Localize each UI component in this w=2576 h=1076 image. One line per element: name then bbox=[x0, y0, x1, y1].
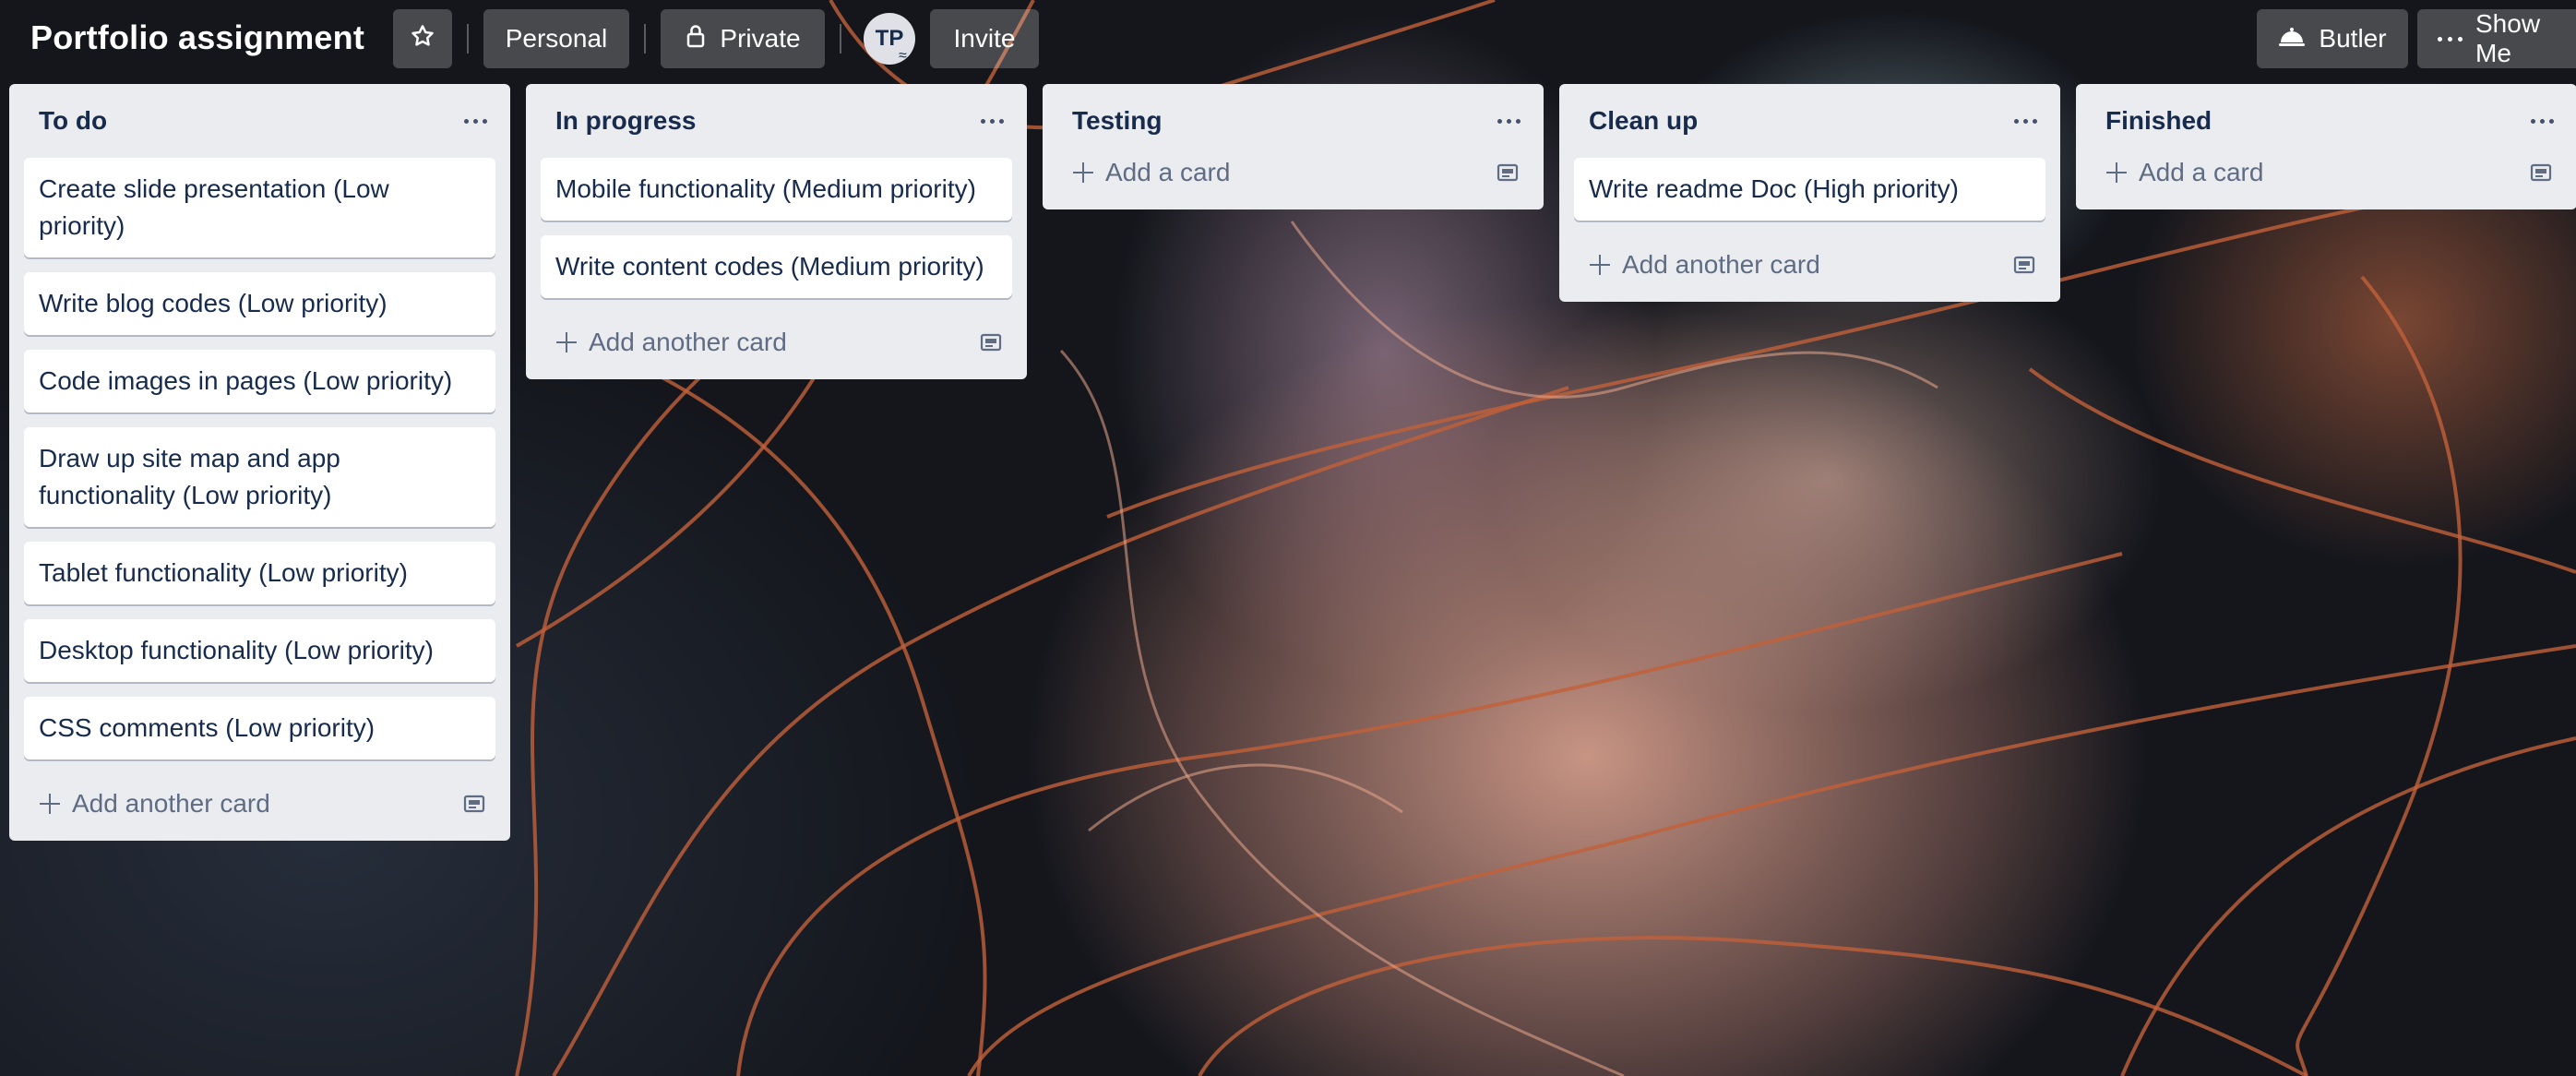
add-card-button[interactable]: Add another card bbox=[1574, 235, 2045, 294]
plus-icon bbox=[1072, 161, 1094, 184]
header-divider bbox=[644, 24, 646, 54]
list-header: In progress bbox=[541, 84, 1012, 158]
list-in-progress[interactable]: In progress Mobile functionality (Medium… bbox=[526, 84, 1027, 379]
card[interactable]: CSS comments (Low priority) bbox=[24, 697, 495, 759]
show-menu-label: Show Me bbox=[2475, 9, 2541, 67]
list-menu-button[interactable] bbox=[1488, 101, 1529, 141]
plus-icon bbox=[2105, 161, 2128, 184]
plus-icon bbox=[1589, 254, 1611, 276]
list-testing[interactable]: Testing Add a card bbox=[1043, 84, 1544, 209]
lock-icon bbox=[685, 23, 707, 55]
list-header: Clean up bbox=[1574, 84, 2045, 158]
list-menu-button[interactable] bbox=[455, 101, 495, 141]
visibility-label: Private bbox=[720, 24, 801, 53]
more-icon bbox=[980, 118, 1004, 124]
card[interactable]: Write readme Doc (High priority) bbox=[1574, 158, 2045, 221]
avatar[interactable]: TP bbox=[864, 13, 915, 65]
card[interactable]: Code images in pages (Low priority) bbox=[24, 350, 495, 412]
header-divider bbox=[840, 24, 841, 54]
card[interactable]: Write blog codes (Low priority) bbox=[24, 272, 495, 335]
add-card-button[interactable]: Add a card bbox=[1057, 143, 1529, 202]
list-title[interactable]: Finished bbox=[2105, 106, 2212, 136]
list-title[interactable]: In progress bbox=[555, 106, 696, 136]
star-icon bbox=[409, 22, 436, 56]
list-menu-button[interactable] bbox=[2005, 101, 2045, 141]
list-title[interactable]: Testing bbox=[1072, 106, 1162, 136]
show-menu-button[interactable]: Show Me bbox=[2417, 9, 2576, 68]
star-button[interactable] bbox=[393, 9, 452, 68]
list-to-do[interactable]: To do Create slide presentation (Low pri… bbox=[9, 84, 510, 841]
list-finished[interactable]: Finished Add a card bbox=[2076, 84, 2576, 209]
more-icon bbox=[2438, 36, 2463, 42]
admin-badge-icon: ≈ bbox=[899, 48, 907, 64]
add-card-button[interactable]: Add another card bbox=[24, 774, 495, 833]
more-icon bbox=[2530, 118, 2554, 124]
add-card-label: Add a card bbox=[2139, 158, 2264, 186]
add-card-button[interactable]: Add another card bbox=[541, 313, 1012, 372]
more-icon bbox=[1497, 118, 1521, 124]
card-template-icon[interactable] bbox=[2527, 159, 2555, 186]
more-icon bbox=[463, 118, 487, 124]
list-menu-button[interactable] bbox=[2522, 101, 2562, 141]
card[interactable]: Mobile functionality (Medium priority) bbox=[541, 158, 1012, 221]
card-template-icon[interactable] bbox=[2010, 251, 2038, 279]
card[interactable]: Create slide presentation (Low priority) bbox=[24, 158, 495, 257]
add-card-button[interactable]: Add a card bbox=[2091, 143, 2562, 202]
list-clean-up[interactable]: Clean up Write readme Doc (High priority… bbox=[1559, 84, 2060, 302]
visibility-button[interactable]: Private bbox=[661, 9, 825, 68]
add-card-label: Add another card bbox=[589, 328, 787, 356]
butler-button[interactable]: Butler bbox=[2257, 9, 2408, 68]
workspace-button[interactable]: Personal bbox=[483, 9, 629, 68]
add-card-label: Add a card bbox=[1105, 158, 1231, 186]
card[interactable]: Desktop functionality (Low priority) bbox=[24, 619, 495, 682]
list-menu-button[interactable] bbox=[972, 101, 1012, 141]
list-title[interactable]: To do bbox=[39, 106, 107, 136]
card[interactable]: Tablet functionality (Low priority) bbox=[24, 542, 495, 604]
plus-icon bbox=[39, 793, 61, 815]
plus-icon bbox=[555, 331, 578, 353]
card-template-icon[interactable] bbox=[977, 329, 1005, 356]
butler-label: Butler bbox=[2319, 24, 2387, 53]
invite-button[interactable]: Invite bbox=[930, 9, 1039, 68]
list-title[interactable]: Clean up bbox=[1589, 106, 1698, 136]
board-header: Portfolio assignment Personal Private TP… bbox=[0, 0, 2576, 78]
card-template-icon[interactable] bbox=[1494, 159, 1521, 186]
butler-bell-icon bbox=[2278, 24, 2306, 54]
board-title[interactable]: Portfolio assignment bbox=[30, 18, 364, 57]
add-card-label: Add another card bbox=[1622, 250, 1820, 279]
card-template-icon[interactable] bbox=[460, 790, 488, 818]
header-divider bbox=[467, 24, 469, 54]
list-header: To do bbox=[24, 84, 495, 158]
card[interactable]: Draw up site map and app functionality (… bbox=[24, 427, 495, 527]
add-card-label: Add another card bbox=[72, 789, 270, 818]
card[interactable]: Write content codes (Medium priority) bbox=[541, 235, 1012, 298]
more-icon bbox=[2013, 118, 2037, 124]
